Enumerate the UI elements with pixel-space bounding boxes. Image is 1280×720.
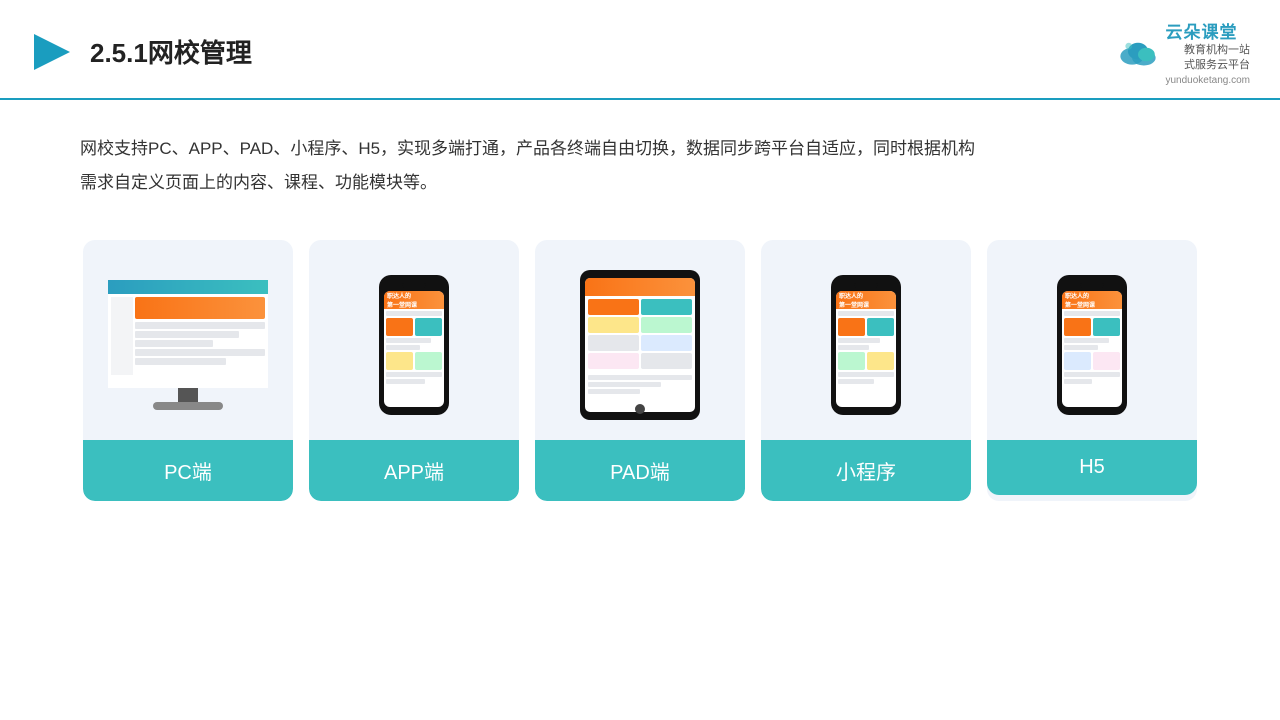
pc-monitor bbox=[108, 280, 268, 410]
card-h5-label: H5 bbox=[987, 440, 1197, 495]
card-pc-image bbox=[83, 240, 293, 440]
logo-subtext: 教育机构一站 式服务云平台 bbox=[1165, 43, 1250, 74]
phone-frame-mini: 职达人的第一堂网课 bbox=[831, 275, 901, 415]
phone-frame-app: 职达人的第一堂网课 bbox=[379, 275, 449, 415]
logo-url: yunduoketang.com bbox=[1165, 75, 1250, 86]
card-pad: PAD端 bbox=[535, 240, 745, 501]
phone-frame-h5: 职达人的第一堂网课 bbox=[1057, 275, 1127, 415]
logo-text-group: 云朵课堂 教育机构一站 式服务云平台 yunduoketang.com bbox=[1165, 18, 1250, 86]
card-miniprogram-label: 小程序 bbox=[761, 440, 971, 501]
card-pc-label: PC端 bbox=[83, 440, 293, 501]
monitor-screen bbox=[108, 280, 268, 388]
cloud-icon bbox=[1117, 37, 1159, 67]
phone-screen-mini: 职达人的第一堂网课 bbox=[836, 291, 896, 407]
card-h5: 职达人的第一堂网课 bbox=[987, 240, 1197, 501]
tablet-frame bbox=[580, 270, 700, 420]
card-app-image: 职达人的第一堂网课 bbox=[309, 240, 519, 440]
card-pc: PC端 bbox=[83, 240, 293, 501]
card-pad-label: PAD端 bbox=[535, 440, 745, 501]
page-title: 2.5.1网校管理 bbox=[90, 33, 252, 70]
logo-cloud: 云朵课堂 教育机构一站 式服务云平台 yunduoketang.com bbox=[1117, 18, 1250, 86]
description-text: 网校支持PC、APP、PAD、小程序、H5，实现多端打通，产品各终端自由切换，数… bbox=[0, 100, 1280, 220]
card-pad-image bbox=[535, 240, 745, 440]
monitor-frame bbox=[108, 280, 268, 388]
logo-main-text: 云朵课堂 bbox=[1165, 18, 1250, 43]
card-app-label: APP端 bbox=[309, 440, 519, 501]
description-line2: 需求自定义页面上的内容、课程、功能模块等。 bbox=[80, 166, 1200, 200]
tablet-screen bbox=[585, 278, 695, 412]
page-header: 2.5.1网校管理 云朵课堂 教育机构一站 式服务云平台 yunduoketan… bbox=[0, 0, 1280, 100]
card-miniprogram-image: 职达人的第一堂网课 bbox=[761, 240, 971, 440]
cards-grid: PC端 职达人的第一堂网课 bbox=[0, 220, 1280, 531]
phone-screen-h5: 职达人的第一堂网课 bbox=[1062, 291, 1122, 407]
card-h5-image: 职达人的第一堂网课 bbox=[987, 240, 1197, 440]
description-line1: 网校支持PC、APP、PAD、小程序、H5，实现多端打通，产品各终端自由切换，数… bbox=[80, 132, 1200, 166]
phone-screen-app: 职达人的第一堂网课 bbox=[384, 291, 444, 407]
play-icon bbox=[30, 30, 74, 74]
card-app: 职达人的第一堂网课 bbox=[309, 240, 519, 501]
card-miniprogram: 职达人的第一堂网课 bbox=[761, 240, 971, 501]
header-left: 2.5.1网校管理 bbox=[30, 30, 252, 74]
logo-area: 云朵课堂 教育机构一站 式服务云平台 yunduoketang.com bbox=[1117, 18, 1250, 86]
